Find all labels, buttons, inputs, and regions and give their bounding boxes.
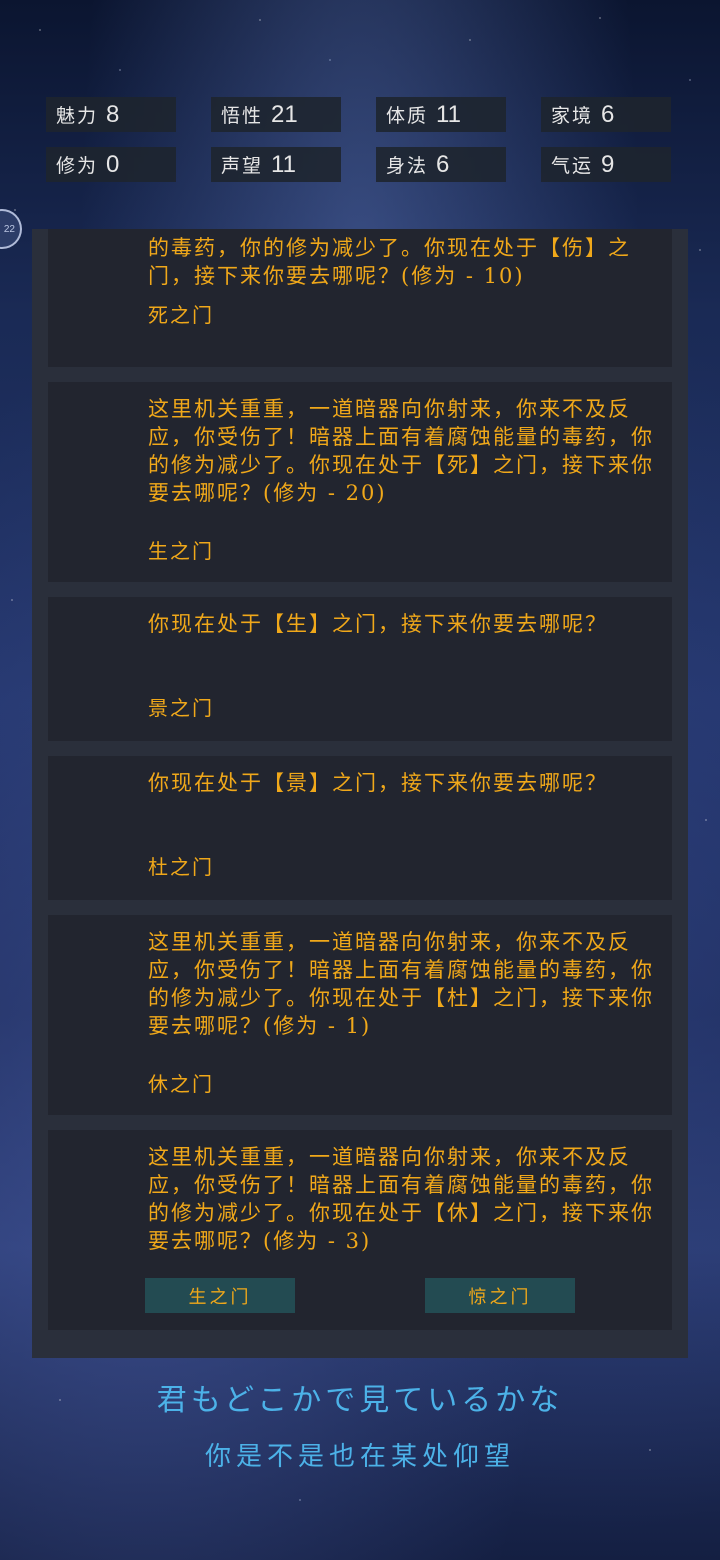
event-log[interactable]: 的毒药，你的修为减少了。你现在处于【伤】之门，接下来你要去哪呢？(修为 - 10…	[32, 229, 688, 1358]
stat-value: 11	[436, 100, 461, 128]
stat-comprehension: 悟性 21	[211, 97, 341, 132]
log-chosen-door: 杜之门	[148, 855, 214, 879]
current-event: 这里机关重重，一道暗器向你射来，你来不及反应，你受伤了！暗器上面有着腐蚀能量的毒…	[48, 1130, 672, 1330]
log-entry: 这里机关重重，一道暗器向你射来，你来不及反应，你受伤了！暗器上面有着腐蚀能量的毒…	[48, 382, 672, 582]
stat-value: 9	[601, 150, 615, 178]
stat-value: 8	[106, 100, 120, 128]
stat-agility: 身法 6	[376, 147, 506, 182]
log-text: 你现在处于【生】之门，接下来你要去哪呢？	[148, 612, 608, 636]
log-chosen-door: 死之门	[148, 303, 214, 327]
log-text: 的毒药，你的修为减少了。你现在处于【伤】之门，接下来你要去哪呢？(修为 - 10…	[148, 236, 631, 288]
log-chosen-door: 生之门	[148, 539, 214, 563]
stat-value: 0	[106, 150, 120, 178]
stat-cultivation: 修为 0	[46, 147, 176, 182]
choice-button-sheng[interactable]: 生之门	[145, 1278, 295, 1313]
stat-value: 6	[436, 150, 450, 178]
lyric-line-japanese: 君もどこかで見ているかな	[156, 1383, 564, 1418]
attribute-panel: 魅力 8 悟性 21 体质 11 家境 6 修为 0 声望 11 身法 6 气运…	[46, 97, 672, 182]
stat-label: 气运	[551, 155, 594, 177]
choice-button-jing[interactable]: 惊之门	[425, 1278, 575, 1313]
stat-label: 家境	[551, 105, 594, 127]
side-float-button[interactable]: 22	[0, 209, 22, 249]
stat-value: 21	[271, 100, 298, 128]
log-entry: 你现在处于【景】之门，接下来你要去哪呢？ 杜之门	[48, 756, 672, 900]
log-entry: 你现在处于【生】之门，接下来你要去哪呢？ 景之门	[48, 597, 672, 741]
log-entry: 这里机关重重，一道暗器向你射来，你来不及反应，你受伤了！暗器上面有着腐蚀能量的毒…	[48, 915, 672, 1115]
stat-value: 11	[271, 150, 296, 178]
lyric-line-chinese: 你是不是也在某处仰望	[204, 1442, 515, 1472]
stat-label: 悟性	[221, 105, 264, 127]
stat-label: 修为	[56, 155, 99, 177]
stat-label: 体质	[386, 105, 429, 127]
stat-label: 魅力	[56, 105, 99, 127]
stat-family: 家境 6	[541, 97, 671, 132]
log-text: 这里机关重重，一道暗器向你射来，你来不及反应，你受伤了！暗器上面有着腐蚀能量的毒…	[148, 397, 654, 505]
log-text: 这里机关重重，一道暗器向你射来，你来不及反应，你受伤了！暗器上面有着腐蚀能量的毒…	[148, 930, 654, 1038]
stat-label: 身法	[386, 155, 429, 177]
stat-charm: 魅力 8	[46, 97, 176, 132]
log-text: 这里机关重重，一道暗器向你射来，你来不及反应，你受伤了！暗器上面有着腐蚀能量的毒…	[148, 1145, 654, 1253]
log-text: 你现在处于【景】之门，接下来你要去哪呢？	[148, 771, 608, 795]
log-chosen-door: 休之门	[148, 1072, 214, 1096]
stat-constitution: 体质 11	[376, 97, 506, 132]
stat-reputation: 声望 11	[211, 147, 341, 182]
stat-luck: 气运 9	[541, 147, 671, 182]
log-chosen-door: 景之门	[148, 696, 214, 720]
stat-value: 6	[601, 100, 615, 128]
log-entry: 的毒药，你的修为减少了。你现在处于【伤】之门，接下来你要去哪呢？(修为 - 10…	[48, 229, 672, 367]
stat-label: 声望	[221, 155, 264, 177]
